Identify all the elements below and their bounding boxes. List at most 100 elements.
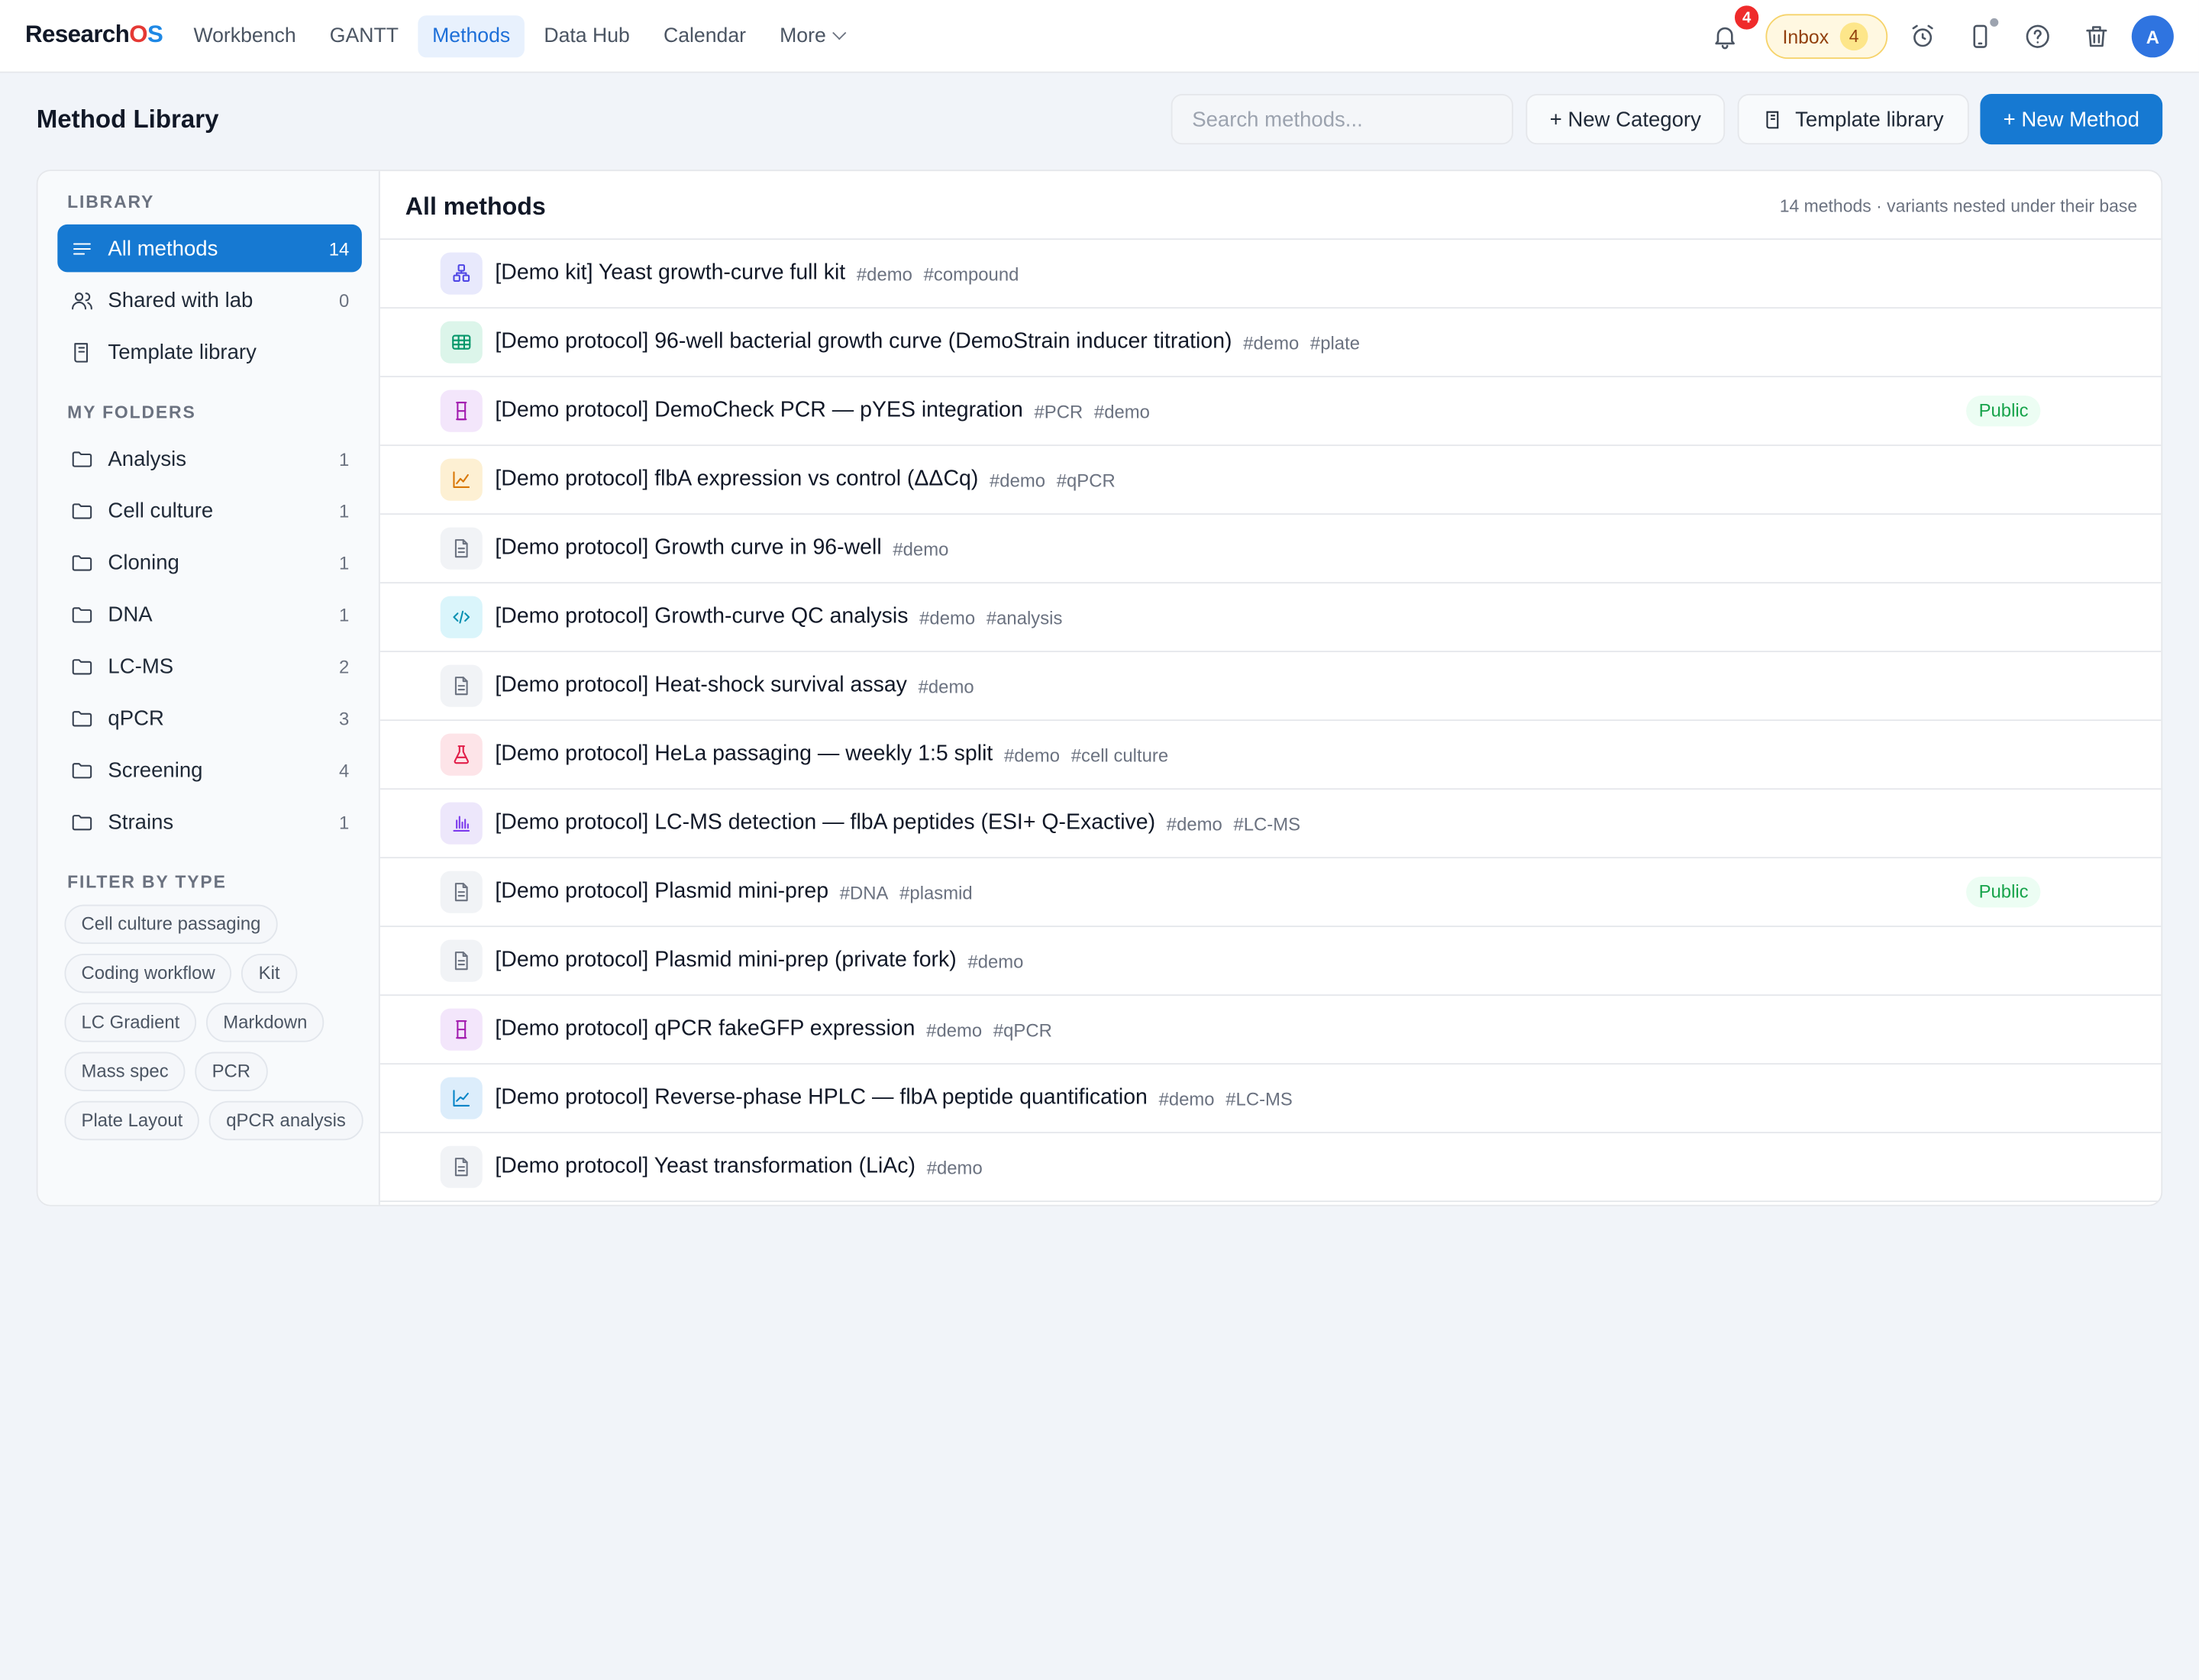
method-tag[interactable]: #demo <box>1004 744 1060 765</box>
folders-section-label: MY FOLDERS <box>67 402 196 422</box>
filter-chip[interactable]: Cell culture passaging <box>64 904 278 945</box>
filter-chip[interactable]: PCR <box>195 1052 268 1091</box>
method-row[interactable]: [Demo kit] Yeast growth-curve full kit #d… <box>379 240 2162 309</box>
method-title: [Demo protocol] DemoCheck PCR — pYES int… <box>495 398 1023 422</box>
folder-count: 2 <box>339 655 350 677</box>
nav-more-label: More <box>780 25 826 48</box>
nav-more[interactable]: More <box>766 15 858 57</box>
search-methods-input[interactable] <box>1171 94 1513 145</box>
method-row[interactable]: [Demo protocol] Plasmid mini-prep #DNA #pl… <box>379 858 2162 928</box>
method-row[interactable]: [Demo protocol] flbA expression vs contr… <box>379 446 2162 515</box>
sidebar-folder-cell-culture[interactable]: Cell culture 1 <box>57 486 362 534</box>
method-row[interactable]: [Demo protocol] HeLa passaging — weekly … <box>379 721 2162 790</box>
alarm-clock-icon <box>1912 24 1933 47</box>
method-tag[interactable]: #cell culture <box>1071 744 1168 765</box>
method-tag[interactable]: #demo <box>1243 331 1299 353</box>
inbox-label: Inbox <box>1782 25 1829 47</box>
method-tag[interactable]: #demo <box>893 538 948 559</box>
filter-chip[interactable]: Markdown <box>206 1003 325 1042</box>
method-row[interactable]: [Demo protocol] Growth curve in 96-well #… <box>379 515 2162 584</box>
folder-icon <box>72 606 92 622</box>
method-title: [Demo protocol] Growth curve in 96-well <box>495 535 882 560</box>
method-tag[interactable]: #plate <box>1310 331 1360 353</box>
inbox-count-badge: 4 <box>1839 22 1868 51</box>
method-row[interactable]: [Demo protocol] qPCR fakeGFP expression #… <box>379 996 2162 1065</box>
method-tag[interactable]: #qPCR <box>1057 469 1116 490</box>
brand-text-o: O <box>129 21 148 48</box>
folder-label: DNA <box>108 602 153 627</box>
template-library-button[interactable]: Template library <box>1737 94 1969 145</box>
method-tag[interactable]: #demo <box>1159 1087 1215 1109</box>
method-row[interactable]: [Demo protocol] Plasmid mini-prep (priva… <box>379 927 2162 997</box>
filter-chip[interactable]: Plate Layout <box>64 1100 200 1141</box>
code-icon <box>440 596 483 638</box>
filter-chip[interactable]: Mass spec <box>64 1052 186 1091</box>
method-tag[interactable]: #compound <box>924 263 1019 284</box>
sidebar-item-count: 14 <box>328 237 350 259</box>
nav-calendar[interactable]: Calendar <box>650 15 760 57</box>
filter-chip[interactable]: qPCR analysis <box>209 1100 363 1141</box>
method-tag[interactable]: #demo <box>1094 400 1150 422</box>
method-row[interactable]: [Demo protocol] DemoCheck PCR — pYES int… <box>379 377 2162 447</box>
method-tag[interactable]: #demo <box>967 950 1023 971</box>
method-row[interactable]: [Demo protocol] 96-well bacterial growth… <box>379 309 2162 378</box>
method-row[interactable]: [Demo protocol] LC-MS detection — flbA p… <box>379 790 2162 859</box>
method-tag[interactable]: #qPCR <box>993 1019 1052 1040</box>
inbox-button[interactable]: Inbox 4 <box>1765 14 1888 60</box>
method-tag[interactable]: #LC-MS <box>1225 1087 1293 1109</box>
method-row[interactable]: [Demo protocol] Reverse-phase HPLC — flb… <box>379 1065 2162 1134</box>
method-tag[interactable]: #demo <box>1167 813 1222 834</box>
brand-logo[interactable]: ResearchOS <box>25 21 163 50</box>
method-tag[interactable]: #LC-MS <box>1233 813 1300 834</box>
method-row[interactable]: [Demo protocol] Heat-shock survival assa… <box>379 652 2162 722</box>
brand-text: Research <box>25 21 130 48</box>
method-tag[interactable]: #demo <box>919 606 975 628</box>
filter-chip[interactable]: Coding workflow <box>64 953 232 993</box>
method-tag[interactable]: #demo <box>919 675 974 696</box>
trash-button[interactable] <box>2077 17 2116 56</box>
method-tag[interactable]: #demo <box>990 469 1045 490</box>
alarm-button[interactable] <box>1903 17 1942 56</box>
method-tag[interactable]: #analysis <box>986 606 1063 628</box>
sidebar-item-all-methods[interactable]: All methods 14 <box>57 224 362 273</box>
method-tag[interactable]: #demo <box>857 263 912 284</box>
filter-chip[interactable]: LC Gradient <box>64 1003 197 1042</box>
sidebar-folder-dna[interactable]: DNA 1 <box>57 590 362 638</box>
brand-text-s: S <box>147 21 163 48</box>
nav-workbench[interactable]: Workbench <box>179 15 310 57</box>
method-tag[interactable]: #DNA <box>840 881 889 903</box>
folder-count: 1 <box>339 811 350 833</box>
sidebar-folder-strains[interactable]: Strains 1 <box>57 798 362 845</box>
sidebar-item-template-library[interactable]: Template library <box>57 328 362 376</box>
method-title: [Demo protocol] Plasmid mini-prep <box>495 879 829 903</box>
method-tag[interactable]: #PCR <box>1035 400 1083 422</box>
sidebar-folder-lc-ms[interactable]: LC-MS 2 <box>57 642 362 690</box>
document-icon <box>440 871 483 913</box>
mass-spec-icon <box>440 802 483 845</box>
new-category-button[interactable]: + New Category <box>1526 94 1726 145</box>
method-tag[interactable]: #plasmid <box>899 881 973 903</box>
sidebar-folder-cloning[interactable]: Cloning 1 <box>57 538 362 586</box>
method-title: [Demo protocol] HeLa passaging — weekly … <box>495 741 993 766</box>
nav-methods[interactable]: Methods <box>418 15 525 58</box>
help-button[interactable] <box>2018 17 2057 56</box>
folder-count: 3 <box>339 707 350 729</box>
new-method-button[interactable]: + New Method <box>1980 94 2163 145</box>
method-tag[interactable]: #demo <box>927 1156 983 1178</box>
chevron-down-icon <box>832 26 847 40</box>
filter-chip[interactable]: Kit <box>241 953 297 993</box>
method-row[interactable]: [Demo protocol] Yeast transformation (Li… <box>379 1133 2162 1203</box>
top-nav-bar: ResearchOS Workbench GANTT Methods Data … <box>0 0 2199 73</box>
sidebar-folder-screening[interactable]: Screening 4 <box>57 746 362 793</box>
nav-data-hub[interactable]: Data Hub <box>530 15 644 57</box>
user-avatar[interactable]: A <box>2131 15 2174 58</box>
sidebar-item-shared-with-lab[interactable]: Shared with lab 0 <box>57 276 362 324</box>
nav-gantt[interactable]: GANTT <box>315 15 412 57</box>
method-tag[interactable]: #demo <box>926 1019 982 1040</box>
sidebar-folder-analysis[interactable]: Analysis 1 <box>57 435 362 482</box>
document-icon <box>440 1145 483 1188</box>
method-row[interactable]: [Demo protocol] Growth-curve QC analysis… <box>379 583 2162 653</box>
kit-icon <box>440 252 483 295</box>
sidebar-folder-qpcr[interactable]: qPCR 3 <box>57 694 362 741</box>
method-title: [Demo protocol] 96-well bacterial growth… <box>495 329 1232 354</box>
